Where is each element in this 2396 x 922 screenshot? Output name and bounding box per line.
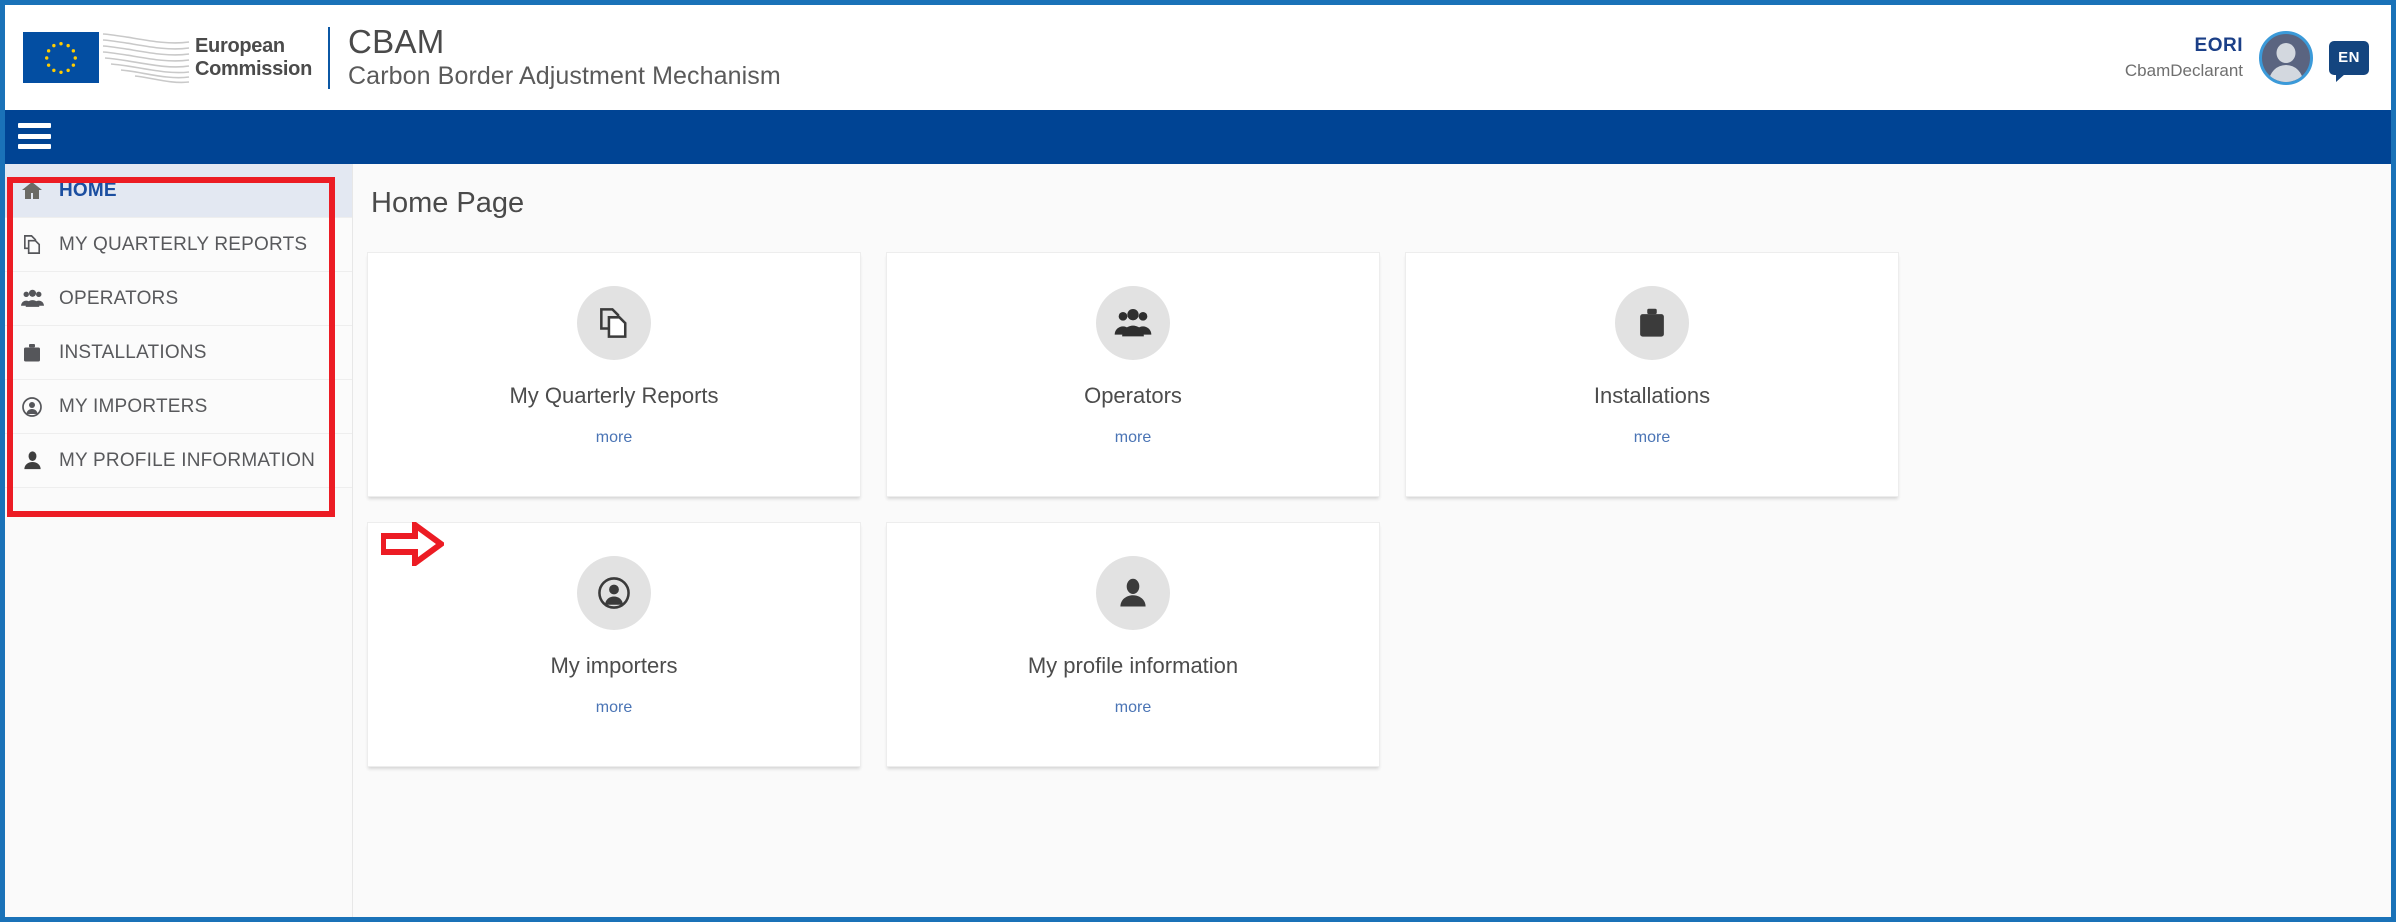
app-header: European Commission CBAM Carbon Border A… [5, 5, 2391, 110]
top-navbar [5, 110, 2391, 164]
card-more-link[interactable]: more [1634, 429, 1670, 447]
sidebar-item-label: MY PROFILE INFORMATION [59, 449, 315, 471]
card-more-link[interactable]: more [1115, 429, 1151, 447]
card-more-link[interactable]: more [596, 429, 632, 447]
eori-block: EORI CbamDeclarant [2125, 34, 2243, 81]
hamburger-menu-icon[interactable] [18, 123, 51, 149]
eu-flag-icon [23, 32, 99, 83]
sidebar-item-label: MY QUARTERLY REPORTS [59, 233, 308, 255]
app-subtitle: Carbon Border Adjustment Mechanism [348, 62, 781, 91]
header-right-controls: EORI CbamDeclarant EN [2125, 30, 2369, 85]
hamburger-bar [18, 133, 51, 139]
users-group-icon [17, 286, 47, 311]
hamburger-bar [18, 123, 51, 128]
copy-documents-icon [577, 286, 651, 360]
eori-label: EORI [2194, 35, 2243, 56]
card-my-importers[interactable]: My importers more [367, 522, 861, 767]
card-installations[interactable]: Installations more [1405, 252, 1899, 497]
sidebar-item-home[interactable]: HOME [5, 164, 352, 218]
card-label: Installations [1593, 383, 1711, 408]
card-more-link[interactable]: more [1115, 699, 1151, 717]
eu-wordmark-line1: European [195, 34, 285, 57]
sidebar-item-label: MY IMPORTERS [59, 395, 208, 417]
sidebar-item-label: OPERATORS [59, 287, 179, 309]
user-circle-icon [577, 556, 651, 630]
eu-fan-lines-icon [102, 32, 190, 83]
sidebar-nav: HOME MY QUARTERLY REPORTS OPERATORS INST… [5, 164, 353, 917]
users-group-icon [1096, 286, 1170, 360]
person-icon [1096, 556, 1170, 630]
briefcase-icon [17, 341, 47, 365]
header-divider [328, 26, 331, 89]
copy-documents-icon [17, 233, 47, 256]
app-title: CBAM [348, 23, 445, 61]
vertical-scrollbar[interactable] [2386, 164, 2391, 917]
sidebar-item-operators[interactable]: OPERATORS [5, 272, 352, 326]
card-label: My Quarterly Reports [509, 383, 719, 408]
sidebar-item-installations[interactable]: INSTALLATIONS [5, 326, 352, 380]
card-operators[interactable]: Operators more [886, 252, 1380, 497]
page-title: Home Page [371, 187, 525, 219]
eu-stars-icon [45, 41, 77, 74]
avatar-body-shape [2269, 64, 2303, 82]
eu-wordmark: European Commission [195, 35, 312, 81]
sidebar-item-label: INSTALLATIONS [59, 341, 207, 363]
eori-value: CbamDeclarant [2124, 60, 2243, 80]
card-label: My profile information [1027, 653, 1239, 678]
briefcase-icon [1615, 286, 1689, 360]
sidebar-item-my-importers[interactable]: MY IMPORTERS [5, 380, 352, 434]
avatar-head-shape [2276, 42, 2296, 63]
card-my-profile-information[interactable]: My profile information more [886, 522, 1380, 767]
sidebar-item-label: HOME [59, 179, 117, 201]
eu-wordmark-line2: Commission [195, 57, 313, 80]
sidebar-item-my-quarterly-reports[interactable]: MY QUARTERLY REPORTS [5, 218, 352, 272]
avatar[interactable] [2259, 30, 2313, 85]
main-content: Home Page My Quarterly Reports more Oper… [354, 164, 2391, 917]
card-my-quarterly-reports[interactable]: My Quarterly Reports more [367, 252, 861, 566]
home-card-grid: My Quarterly Reports more Operators more [367, 252, 2367, 767]
card-label: Operators [1084, 383, 1182, 408]
european-commission-logo[interactable]: European Commission [23, 5, 312, 110]
hamburger-bar [18, 144, 51, 149]
language-selector-button[interactable]: EN [2329, 40, 2369, 82]
person-icon [17, 449, 47, 472]
sidebar-item-my-profile-information[interactable]: MY PROFILE INFORMATION [5, 434, 352, 488]
page-frame: European Commission CBAM Carbon Border A… [0, 0, 2396, 922]
card-label: My importers [550, 653, 678, 678]
card-more-link[interactable]: more [596, 699, 632, 717]
user-circle-icon [17, 395, 47, 419]
home-icon [17, 179, 47, 203]
app-title-block: CBAM Carbon Border Adjustment Mechanism [348, 23, 781, 91]
